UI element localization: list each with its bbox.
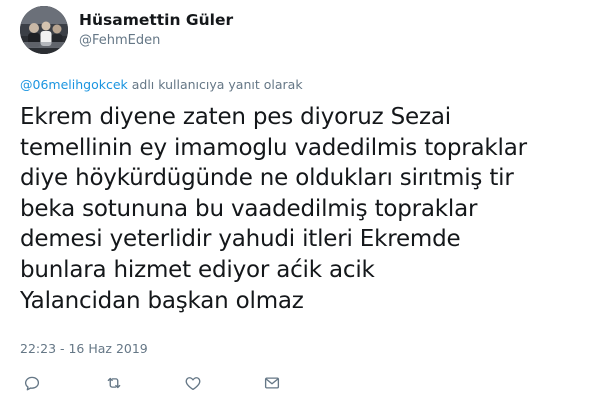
author-display-name[interactable]: Hüsamettin Güler [79, 11, 233, 29]
retweet-icon [107, 377, 121, 389]
reply-context: @06melihgokcek adlı kullanıcıya yanıt ol… [20, 77, 303, 92]
retweet-button[interactable] [101, 370, 127, 396]
like-button[interactable] [180, 370, 206, 396]
reply-icon [24, 376, 40, 391]
tweet-text: Ekrem diyene zaten pes diyoruz Sezai tem… [20, 104, 527, 314]
profile-photo-icon [20, 6, 68, 54]
reply-button[interactable] [19, 370, 45, 396]
reply-mention-link[interactable]: @06melihgokcek [20, 77, 128, 92]
tweet-actions [0, 368, 595, 398]
direct-message-icon [264, 377, 280, 389]
direct-message-button[interactable] [259, 370, 285, 396]
avatar[interactable] [20, 6, 68, 54]
author-screen-name[interactable]: @FehmEden [79, 33, 160, 48]
tweet-timestamp[interactable]: 22:23 - 16 Haz 2019 [20, 341, 148, 356]
like-icon [185, 377, 201, 391]
reply-context-text: adlı kullanıcıya yanıt olarak [127, 77, 303, 92]
